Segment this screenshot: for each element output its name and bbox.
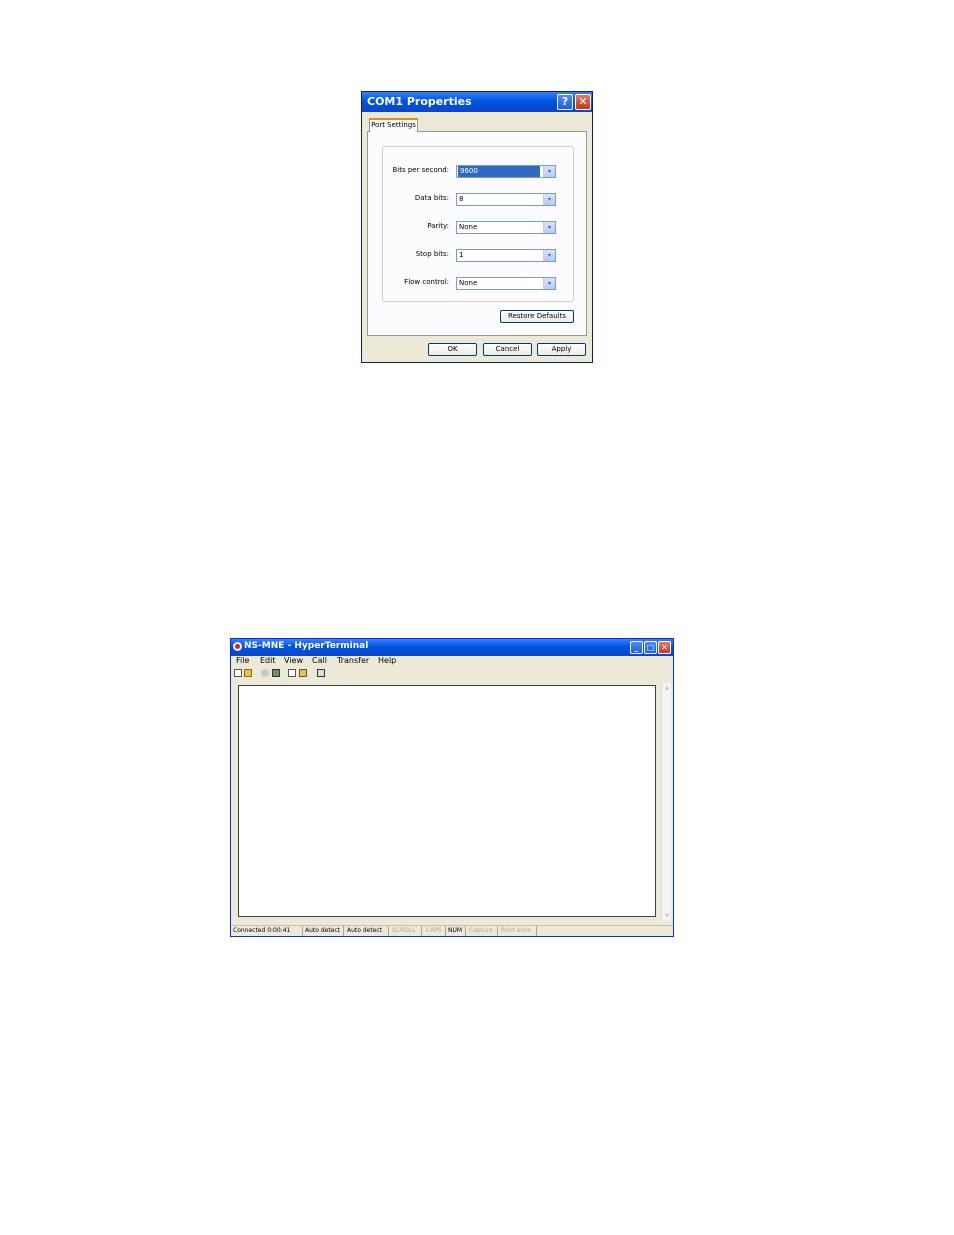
bits-per-second-label: Bits per second: bbox=[392, 166, 449, 174]
flow-control-value: None bbox=[459, 279, 478, 287]
menu-file[interactable]: File bbox=[236, 656, 249, 665]
scroll-down-icon[interactable]: ▼ bbox=[663, 912, 671, 920]
status-divider bbox=[421, 926, 422, 936]
dialog-titlebar[interactable]: COM1 Properties ? ✕ bbox=[362, 92, 592, 112]
chevron-down-icon[interactable]: ▾ bbox=[543, 222, 555, 233]
menu-call[interactable]: Call bbox=[312, 656, 327, 665]
maximize-button[interactable]: □ bbox=[644, 641, 657, 654]
menu-bar: File Edit View Call Transfer Help bbox=[231, 656, 673, 667]
status-divider bbox=[536, 926, 537, 936]
chevron-down-icon[interactable]: ▾ bbox=[543, 278, 555, 289]
ok-button[interactable]: OK bbox=[428, 343, 477, 356]
status-divider bbox=[465, 926, 466, 936]
parity-value: None bbox=[459, 223, 478, 231]
stop-bits-value: 1 bbox=[459, 251, 464, 259]
open-icon[interactable] bbox=[244, 669, 252, 677]
new-icon[interactable] bbox=[234, 669, 242, 677]
window-close-button[interactable]: ✕ bbox=[658, 641, 671, 654]
settings-group: Bits per second: 9600 ▾ Data bits: 8 ▾ P… bbox=[382, 146, 574, 302]
toolbar bbox=[231, 667, 673, 679]
status-bar: Connected 0:00:41 Auto detect Auto detec… bbox=[231, 925, 673, 937]
flow-control-select[interactable]: None ▾ bbox=[456, 277, 556, 290]
terminal-area[interactable] bbox=[238, 685, 656, 917]
stop-bits-label: Stop bits: bbox=[415, 250, 449, 258]
restore-defaults-button[interactable]: Restore Defaults bbox=[500, 310, 574, 323]
chevron-down-icon[interactable]: ▾ bbox=[543, 250, 555, 261]
data-bits-value: 8 bbox=[459, 195, 464, 203]
tab-port-settings[interactable]: Port Settings bbox=[369, 118, 418, 132]
dialog-title: COM1 Properties bbox=[367, 95, 472, 108]
hyperterminal-window: NS-MNE - HyperTerminal _ □ ✕ File Edit V… bbox=[230, 638, 674, 937]
receive-icon[interactable] bbox=[299, 669, 307, 677]
disconnect-icon[interactable] bbox=[272, 669, 280, 677]
scroll-up-icon[interactable]: ▲ bbox=[663, 684, 671, 692]
status-connected: Connected 0:00:41 bbox=[233, 927, 291, 934]
port-settings-panel: Bits per second: 9600 ▾ Data bits: 8 ▾ P… bbox=[367, 131, 587, 336]
menu-help[interactable]: Help bbox=[378, 656, 396, 665]
status-divider bbox=[388, 926, 389, 936]
cancel-button[interactable]: Cancel bbox=[483, 343, 532, 356]
data-bits-select[interactable]: 8 ▾ bbox=[456, 193, 556, 206]
call-icon[interactable] bbox=[261, 669, 269, 677]
flow-control-label: Flow control: bbox=[404, 278, 449, 286]
status-caps: CAPS bbox=[426, 927, 442, 934]
menu-edit[interactable]: Edit bbox=[260, 656, 276, 665]
status-auto-detect-2: Auto detect bbox=[347, 927, 383, 934]
status-num: NUM bbox=[448, 927, 463, 934]
com1-properties-dialog: COM1 Properties ? ✕ Port Settings Bits p… bbox=[361, 91, 593, 363]
data-bits-label: Data bits: bbox=[414, 194, 449, 202]
send-icon[interactable] bbox=[288, 669, 296, 677]
window-titlebar[interactable]: NS-MNE - HyperTerminal _ □ ✕ bbox=[231, 639, 673, 656]
minimize-button[interactable]: _ bbox=[630, 641, 643, 654]
chevron-down-icon[interactable]: ▾ bbox=[543, 194, 555, 205]
bits-per-second-select[interactable]: 9600 ▾ bbox=[456, 165, 556, 178]
status-capture: Capture bbox=[469, 927, 493, 934]
apply-button[interactable]: Apply bbox=[537, 343, 586, 356]
status-scroll: SCROLL bbox=[392, 927, 416, 934]
hyperterminal-app-icon[interactable] bbox=[233, 642, 242, 651]
help-button[interactable]: ? bbox=[557, 94, 573, 110]
status-auto-detect-1: Auto detect bbox=[305, 927, 341, 934]
parity-select[interactable]: None ▾ bbox=[456, 221, 556, 234]
properties-icon[interactable] bbox=[317, 669, 325, 677]
bits-per-second-value: 9600 bbox=[458, 166, 540, 177]
close-button[interactable]: ✕ bbox=[575, 94, 591, 110]
status-divider bbox=[497, 926, 498, 936]
vertical-scrollbar[interactable]: ▲ ▼ bbox=[661, 683, 671, 921]
status-divider bbox=[343, 926, 344, 936]
parity-label: Parity: bbox=[427, 222, 449, 230]
menu-view[interactable]: View bbox=[284, 656, 303, 665]
status-divider bbox=[302, 926, 303, 936]
status-print-echo: Print echo bbox=[501, 927, 532, 934]
window-title: NS-MNE - HyperTerminal bbox=[244, 641, 369, 651]
status-divider bbox=[445, 926, 446, 936]
menu-transfer[interactable]: Transfer bbox=[337, 656, 369, 665]
stop-bits-select[interactable]: 1 ▾ bbox=[456, 249, 556, 262]
chevron-down-icon[interactable]: ▾ bbox=[543, 166, 555, 177]
